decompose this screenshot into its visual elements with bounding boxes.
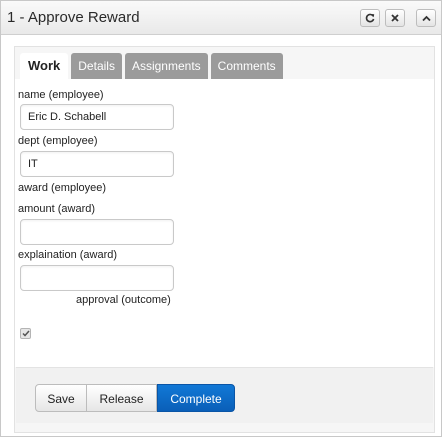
complete-button[interactable]: Complete <box>157 384 235 412</box>
title-bar: 1 - Approve Reward <box>1 1 441 35</box>
refresh-icon <box>365 13 375 23</box>
release-button[interactable]: Release <box>87 384 157 412</box>
collapse-button[interactable] <box>416 9 436 27</box>
amount-field[interactable] <box>20 219 174 245</box>
tab-comments[interactable]: Comments <box>210 53 283 79</box>
task-content: Work Details Assignments Comments name (… <box>14 46 435 433</box>
tab-bar: Work Details Assignments Comments <box>20 53 283 79</box>
explanation-field[interactable] <box>20 265 174 291</box>
close-button[interactable] <box>385 9 405 27</box>
dept-field[interactable] <box>20 151 174 177</box>
amount-label: amount (award) <box>18 203 96 215</box>
approval-label: approval (outcome) <box>76 294 171 306</box>
task-panel: 1 - Approve Reward Work Details Assignme… <box>0 0 442 437</box>
tab-assignments[interactable]: Assignments <box>124 53 208 79</box>
chevron-up-icon <box>421 15 431 21</box>
panel-title: 1 - Approve Reward <box>7 9 140 26</box>
award-label: award (employee) <box>18 182 107 194</box>
save-button[interactable]: Save <box>35 384 87 412</box>
close-icon <box>391 14 399 22</box>
tab-work[interactable]: Work <box>20 53 69 79</box>
name-label: name (employee) <box>18 89 104 101</box>
action-bar: Save Release Complete <box>16 367 433 423</box>
work-form: name (employee) dept (employee) award (e… <box>15 79 434 367</box>
name-field[interactable] <box>20 104 174 130</box>
dept-label: dept (employee) <box>18 135 98 147</box>
tab-details[interactable]: Details <box>71 53 122 79</box>
approval-checkbox[interactable] <box>20 328 31 339</box>
refresh-button[interactable] <box>360 9 380 27</box>
explanation-label: explaination (award) <box>18 249 118 261</box>
checkmark-icon <box>21 330 30 337</box>
